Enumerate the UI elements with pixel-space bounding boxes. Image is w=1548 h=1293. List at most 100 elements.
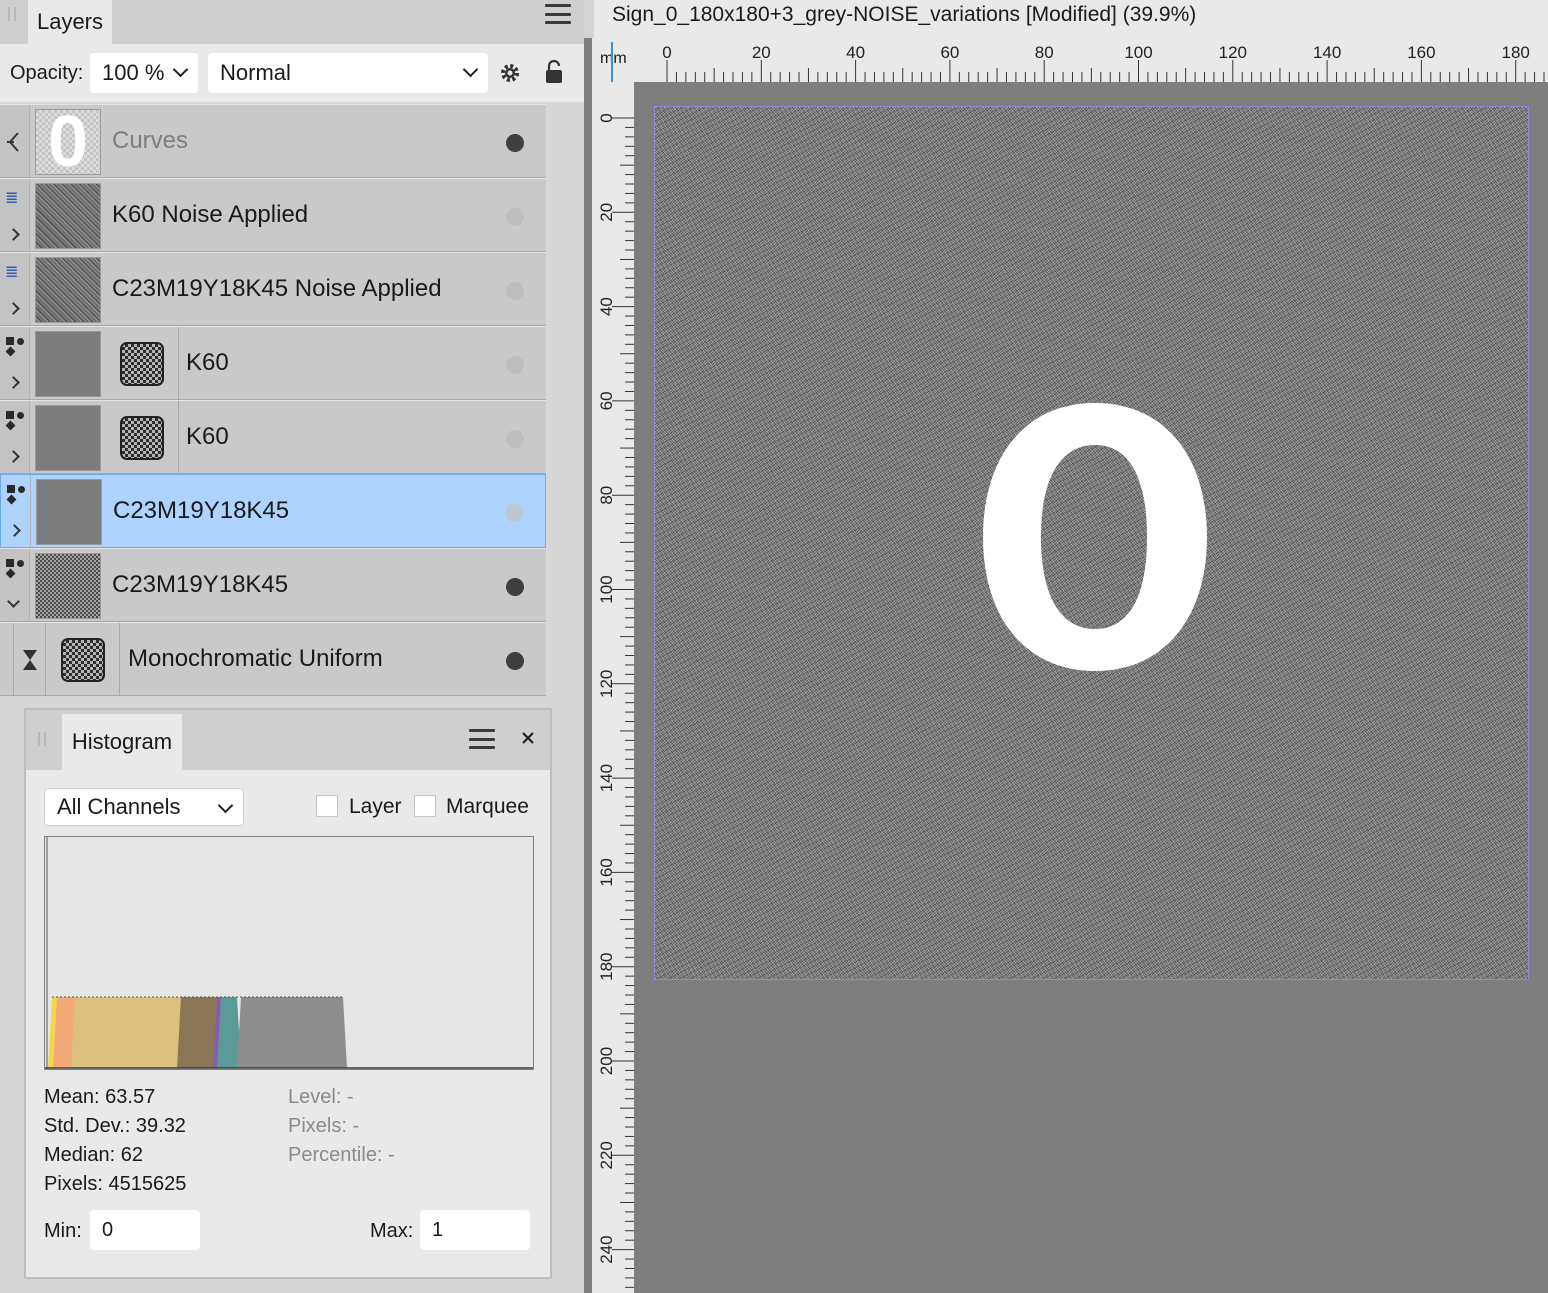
layer-name: Curves	[112, 127, 189, 154]
layer-row-c23m19y18k45-selected[interactable]: C23M19Y18K45	[0, 474, 546, 548]
chevron-down-icon	[462, 61, 479, 78]
mask-thumbnail[interactable]	[120, 416, 164, 460]
visibility-toggle[interactable]	[506, 578, 524, 596]
adjustment-icon	[7, 132, 19, 152]
zero-glyph-shape	[983, 403, 1207, 671]
ruler-tick-label: 0	[662, 43, 671, 62]
layer-thumbnail	[35, 331, 101, 397]
channel-value: All Channels	[57, 794, 181, 819]
ruler-tick-label: 160	[597, 858, 616, 886]
canvas-glyph-zero	[975, 397, 1215, 677]
layer-row-monochromatic-uniform[interactable]: Monochromatic Uniform	[0, 622, 546, 696]
shapes-icon	[5, 559, 26, 581]
panel-grip-handle[interactable]	[8, 7, 16, 21]
layer-strip	[0, 105, 30, 177]
ruler-tick-label: 160	[1407, 43, 1435, 62]
close-icon[interactable]	[521, 731, 535, 745]
visibility-toggle[interactable]	[506, 282, 524, 300]
document-title-bar[interactable]: Sign_0_180x180+3_grey-NOISE_variations […	[584, 0, 1548, 38]
blend-mode-dropdown[interactable]: Normal	[208, 53, 488, 93]
layer-name: K60	[186, 349, 229, 376]
visibility-toggle[interactable]	[506, 134, 524, 152]
layer-checkbox-label: Layer	[349, 795, 402, 818]
visibility-toggle[interactable]	[506, 208, 524, 226]
histogram-brown-band	[177, 997, 217, 1068]
filter-thumb-cell	[46, 623, 120, 695]
expand-chevron-icon[interactable]	[8, 524, 21, 537]
level-stat: Level: -	[288, 1086, 354, 1108]
mask-thumbnail[interactable]	[120, 342, 164, 386]
histogram-graph	[45, 837, 533, 1069]
document-canvas[interactable]	[654, 106, 1529, 980]
pixel-layer-icon: ≣	[5, 264, 19, 281]
histogram-tab-bar: Histogram	[26, 710, 550, 770]
pixel-layer-icon: ≣	[5, 190, 19, 207]
marquee-checkbox[interactable]	[414, 795, 436, 817]
layer-name: K60	[186, 423, 229, 450]
opacity-value: 100 %	[102, 60, 165, 85]
expand-chevron-icon[interactable]	[7, 228, 20, 241]
layer-name: C23M19Y18K45	[112, 571, 289, 598]
shapes-icon	[5, 411, 26, 433]
layer-name: Monochromatic Uniform	[128, 645, 383, 672]
expand-chevron-icon[interactable]	[7, 302, 20, 315]
gear-icon[interactable]	[498, 61, 522, 85]
tab-layers[interactable]: Layers	[28, 0, 112, 44]
ruler-tick-label: 100	[597, 575, 616, 603]
horizontal-ruler[interactable]: 0 20 40 60 80 100 120 140 160 180	[592, 38, 1548, 82]
mask-cell	[105, 327, 179, 399]
layer-row-c23-noise-applied[interactable]: ≣ C23M19Y18K45 Noise Applied	[0, 252, 546, 326]
layer-strip: ≣	[0, 179, 30, 251]
layer-controls-bar: Opacity: 100 % Normal	[0, 44, 584, 102]
lock-icon[interactable]	[544, 59, 564, 85]
histogram-tan-band	[71, 997, 183, 1068]
layer-name: C23M19Y18K45	[113, 497, 290, 524]
ruler-origin-corner[interactable]: mm	[592, 38, 634, 82]
document-title: Sign_0_180x180+3_grey-NOISE_variations […	[612, 3, 1197, 26]
shapes-icon	[5, 337, 26, 359]
layer-row-c23m19y18k45[interactable]: C23M19Y18K45	[0, 548, 546, 622]
ruler-tick-label: 20	[752, 43, 771, 62]
panel-grip-handle[interactable]	[38, 732, 46, 746]
layer-name: K60 Noise Applied	[112, 201, 309, 228]
layer-row-k60[interactable]: K60	[0, 326, 546, 400]
histogram-panel: Histogram All Channels Layer Marquee Mea…	[24, 708, 552, 1279]
layer-row-curves[interactable]: 0 Curves	[0, 104, 546, 178]
ruler-tick-label: 80	[597, 486, 616, 505]
marquee-checkbox-label: Marquee	[446, 795, 529, 818]
ruler-tick-label: 20	[597, 203, 616, 222]
visibility-toggle[interactable]	[506, 430, 524, 448]
channel-dropdown[interactable]: All Channels	[44, 788, 244, 826]
mean-stat: Mean: 63.57	[44, 1086, 156, 1108]
ruler-tick-label: 40	[846, 43, 865, 62]
ruler-tick-label: 100	[1124, 43, 1152, 62]
layer-strip	[0, 623, 14, 695]
collapse-chevron-icon[interactable]	[7, 595, 20, 608]
tab-histogram[interactable]: Histogram	[62, 714, 182, 770]
filter-thumbnail[interactable]	[61, 638, 105, 682]
opacity-dropdown[interactable]: 100 %	[90, 53, 198, 93]
histogram-menu-icon[interactable]	[469, 729, 495, 749]
max-input[interactable]: 1	[420, 1210, 530, 1250]
layer-strip: ≣	[0, 253, 30, 325]
visibility-toggle[interactable]	[505, 504, 523, 522]
ruler-tick-label: 220	[597, 1141, 616, 1169]
visibility-toggle[interactable]	[506, 652, 524, 670]
layer-thumbnail	[35, 553, 101, 619]
layers-menu-icon[interactable]	[545, 4, 571, 24]
layer-checkbox[interactable]	[316, 795, 338, 817]
ruler-tick-label: 140	[1313, 43, 1341, 62]
ruler-origin-marker	[611, 42, 613, 82]
curves-thumbnail-glyph: 0	[47, 102, 89, 182]
visibility-toggle[interactable]	[506, 356, 524, 374]
layer-strip	[0, 401, 30, 473]
expand-chevron-icon[interactable]	[7, 450, 20, 463]
histogram-teal-band	[217, 997, 241, 1068]
vertical-ruler[interactable]: 0 20 40 60 80 100 120 140 160 180 200 220 240	[592, 82, 634, 1293]
layer-row-k60-noise-applied[interactable]: ≣ K60 Noise Applied	[0, 178, 546, 252]
layer-row-k60[interactable]: K60	[0, 400, 546, 474]
min-input[interactable]: 0	[90, 1210, 200, 1250]
opacity-label: Opacity:	[10, 62, 84, 84]
expand-chevron-icon[interactable]	[7, 376, 20, 389]
layers-tab-bar: Layers	[0, 0, 584, 44]
